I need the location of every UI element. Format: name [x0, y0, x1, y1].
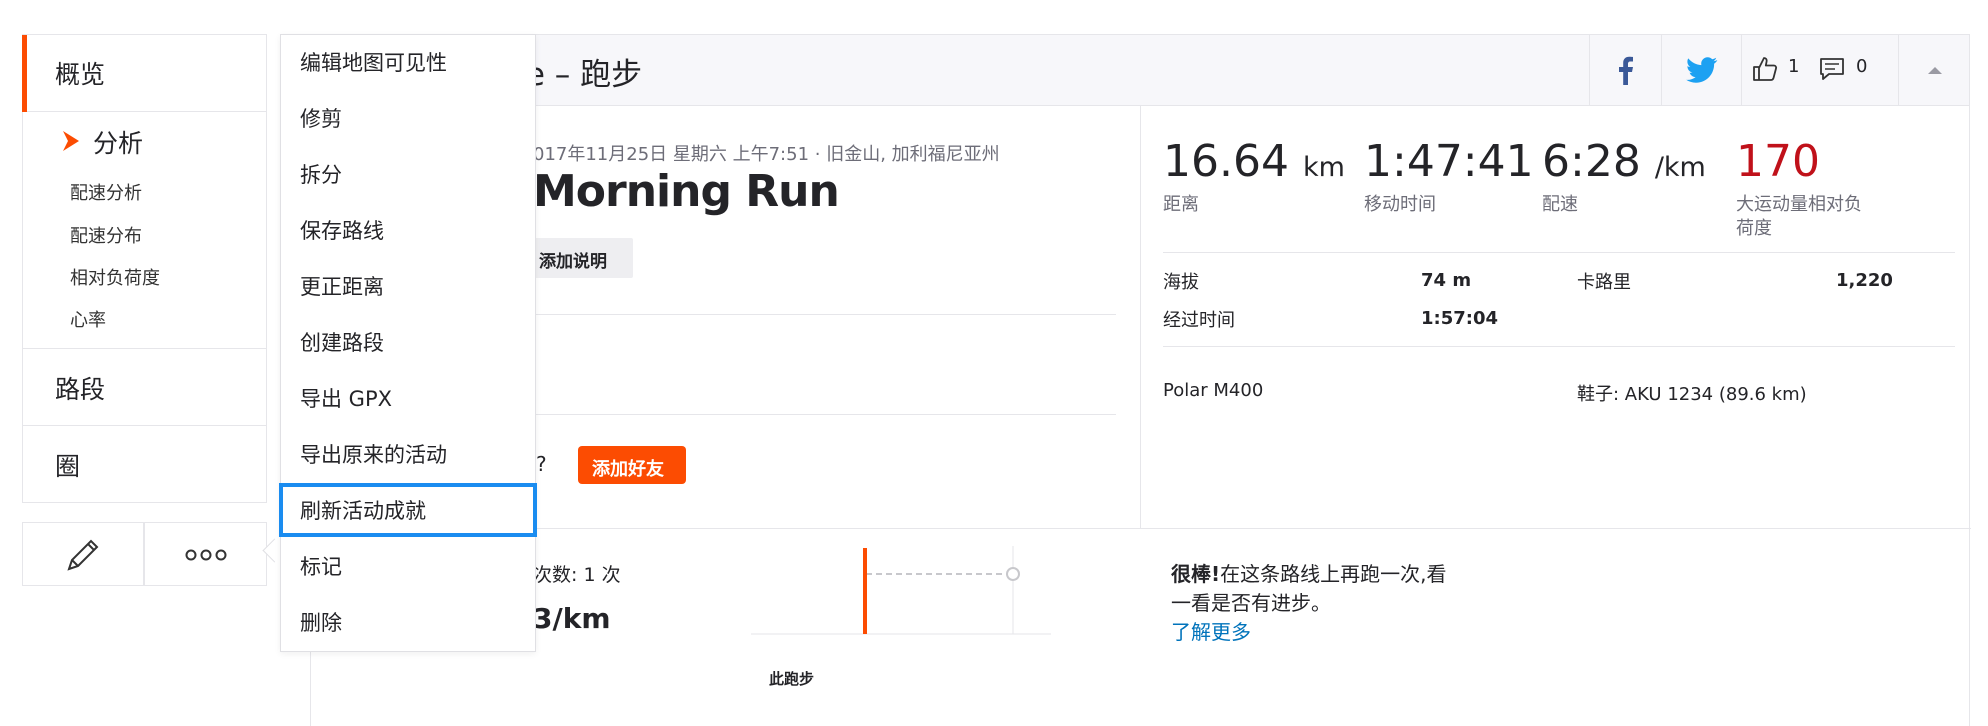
menu-item-create-segment[interactable]: 创建路段: [300, 327, 384, 357]
elapsed-time-value: 1:57:04: [1421, 308, 1499, 329]
facebook-share-button[interactable]: [1589, 35, 1662, 105]
distance-value: 16.64 km: [1163, 136, 1345, 187]
encouragement-line1: 在这条路线上再跑一次,看: [1220, 562, 1447, 586]
more-icon: [185, 549, 227, 561]
menu-item-export-original[interactable]: 导出原来的活动: [300, 439, 447, 469]
sidebar-item-label: 圈: [55, 452, 81, 481]
social-counts: 1 0: [1741, 35, 1899, 105]
pace-label: 配速: [1542, 194, 1578, 215]
moving-time-value: 1:47:41: [1364, 136, 1534, 187]
sidebar-subitem-pace-distribution[interactable]: 配速分布: [70, 222, 142, 248]
add-description-label: 添加说明: [539, 252, 607, 272]
activity-sidebar: 概览 分析 配速分析 配速分布 相对负荷度 心率 路段 圈: [22, 34, 267, 503]
menu-item-edit-map-visibility[interactable]: 编辑地图可见性: [300, 47, 447, 77]
kudos-count: 1: [1788, 56, 1800, 77]
segment-pace: 3/km: [533, 602, 611, 635]
elevation-label: 海拔: [1163, 272, 1199, 293]
collapse-header-button[interactable]: [1898, 35, 1971, 105]
calories-value: 1,220: [1836, 270, 1893, 291]
sidebar-item-label: 分析: [93, 129, 144, 158]
best-effort-point: [1006, 567, 1020, 581]
sidebar-subitem-heart-rate[interactable]: 心率: [70, 306, 106, 332]
caret-up-icon: [1928, 67, 1942, 74]
elapsed-time-label: 经过时间: [1163, 310, 1235, 331]
chevron-right-icon: [63, 131, 79, 151]
distance-number: 16.64: [1163, 136, 1289, 187]
sidebar-item-label: 概览: [55, 60, 106, 89]
column-divider: [1140, 106, 1141, 528]
menu-item-split[interactable]: 拆分: [300, 159, 342, 189]
divider: [1163, 346, 1955, 347]
attempt-count: 次数: 1 次: [533, 564, 621, 586]
actions-dropdown-menu: 编辑地图可见性 修剪 拆分 保存路线 更正距离 创建路段 导出 GPX 导出原来…: [279, 34, 537, 652]
menu-item-save-route[interactable]: 保存路线: [300, 215, 384, 245]
activity-body: 017年11月25日 星期六 上午7:51 · 旧金山, 加利福尼亚州 Morn…: [310, 106, 1971, 726]
menu-item-crop[interactable]: 修剪: [300, 103, 342, 133]
sidebar-tools: [22, 522, 267, 586]
edit-activity-button[interactable]: [22, 522, 144, 586]
shoes-info[interactable]: 鞋子: AKU 1234 (89.6 km): [1577, 380, 1807, 406]
pace-number: 6:28: [1542, 136, 1641, 187]
this-run-label: 此跑步: [769, 670, 815, 688]
menu-item-refresh-achievements[interactable]: 刷新活动成就: [300, 495, 426, 525]
moving-time-label: 移动时间: [1364, 194, 1436, 215]
menu-item-delete[interactable]: 删除: [300, 607, 342, 637]
divider: [311, 528, 1971, 529]
menu-item-export-gpx[interactable]: 导出 GPX: [300, 383, 392, 413]
calories-label: 卡路里: [1577, 272, 1631, 293]
divider: [533, 314, 1116, 315]
add-friend-label: 添加好友: [592, 459, 664, 480]
sidebar-item-segments[interactable]: 路段: [23, 349, 266, 426]
active-indicator: [22, 35, 27, 112]
relative-effort-label: 大运动量相对负: [1736, 194, 1862, 215]
encouragement-text: 很棒!在这条路线上再跑一次,看 一看是否有进步。 了解更多: [1171, 560, 1551, 647]
elevation-value: 74 m: [1421, 270, 1472, 291]
relative-effort-label-cont: 荷度: [1736, 218, 1772, 239]
menu-item-correct-distance[interactable]: 更正距离: [300, 271, 384, 301]
add-friend-button[interactable]: 添加好友: [578, 446, 686, 484]
sidebar-subitem-relative-effort[interactable]: 相对负荷度: [70, 264, 160, 290]
pace-value: 6:28 /km: [1542, 136, 1706, 187]
divider: [1163, 252, 1955, 253]
sidebar-item-label: 路段: [55, 375, 106, 404]
encouragement-bold: 很棒!: [1171, 562, 1221, 586]
thumbs-up-icon: [1753, 57, 1778, 81]
sidebar-item-laps[interactable]: 圈: [23, 426, 266, 502]
sidebar-item-analysis[interactable]: 分析 配速分析 配速分布 相对负荷度 心率: [23, 112, 266, 349]
activity-datetime: 017年11月25日 星期六 上午7:51 · 旧金山, 加利福尼亚州: [533, 144, 1000, 165]
menu-item-flag[interactable]: 标记: [300, 551, 342, 581]
encouragement-line2: 一看是否有进步。: [1171, 591, 1331, 615]
distance-label: 距离: [1163, 194, 1199, 215]
activity-name[interactable]: Morning Run: [533, 166, 840, 217]
facebook-icon: [1619, 56, 1633, 85]
pace-unit: /km: [1654, 152, 1706, 183]
comment-icon: [1820, 58, 1844, 80]
with-friends-question: ?: [536, 452, 547, 476]
sidebar-subitem-pace-analysis[interactable]: 配速分析: [70, 179, 142, 205]
learn-more-link[interactable]: 了解更多: [1171, 620, 1251, 644]
device-name: Polar M400: [1163, 380, 1264, 401]
divider: [533, 414, 1116, 415]
relative-effort-value[interactable]: 170: [1736, 136, 1820, 187]
effort-comparison-chart: [751, 546, 1051, 635]
pencil-icon: [67, 539, 99, 571]
twitter-share-button[interactable]: [1661, 35, 1742, 105]
distance-unit: km: [1302, 152, 1345, 183]
more-actions-button[interactable]: [144, 522, 267, 586]
activity-header: zie – 跑步 1 0: [310, 34, 1970, 106]
comment-count: 0: [1856, 56, 1868, 77]
twitter-icon: [1686, 57, 1718, 83]
add-description-button[interactable]: 添加说明: [533, 238, 633, 278]
sidebar-item-overview[interactable]: 概览: [22, 35, 266, 112]
